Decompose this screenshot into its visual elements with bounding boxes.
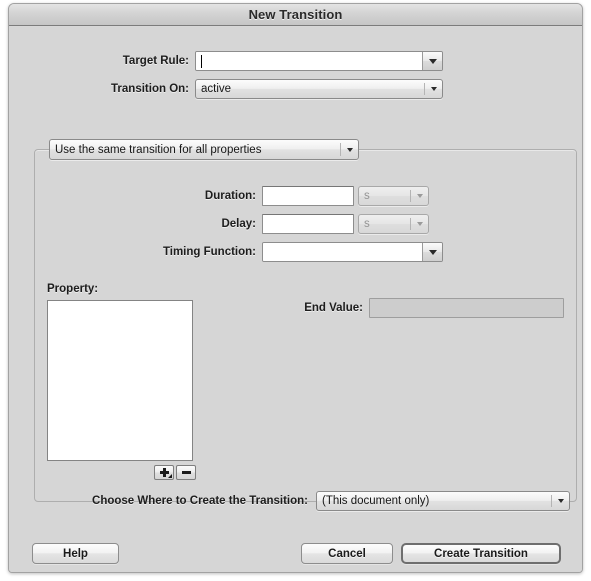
chevron-down-icon [416,222,423,226]
chevron-down-icon [430,87,437,91]
text-cursor [201,54,202,68]
target-rule-dropdown-button[interactable] [422,52,442,70]
dialog-title: New Transition [248,7,343,22]
delay-label: Delay: [221,218,256,230]
transition-on-label: Transition On: [111,83,189,95]
chevron-down-icon [416,194,423,198]
target-rule-combobox[interactable] [195,51,443,71]
transition-mode-popup[interactable]: Use the same transition for all properti… [49,139,359,160]
timing-function-label: Timing Function: [162,246,256,258]
end-value-input[interactable] [369,298,564,318]
plus-icon-vertical [162,468,166,477]
timing-function-input[interactable] [263,243,422,261]
duration-label: Duration: [204,190,256,202]
transition-mode-value: Use the same transition for all properti… [55,143,262,156]
chevron-down-icon [346,147,353,152]
chevron-down-icon [557,499,564,503]
add-property-button[interactable] [154,465,174,480]
duration-row: Duration: s [180,186,429,206]
chevron-down-icon [168,474,172,478]
remove-property-button[interactable] [176,465,196,480]
duration-unit-dropdown-button[interactable] [411,187,428,205]
destination-value: (This document only) [322,495,430,507]
delay-input[interactable] [262,214,354,234]
timing-function-combobox[interactable] [262,242,443,262]
property-list[interactable] [47,300,193,461]
transition-on-row: Transition On: active [104,79,444,99]
cancel-button[interactable]: Cancel [301,543,393,564]
delay-unit-value: s [364,218,370,230]
transition-on-dropdown-button[interactable] [425,80,442,98]
delay-unit-popup[interactable]: s [358,214,429,234]
delay-row: Delay: s [180,214,429,234]
transition-on-popup[interactable]: active [195,79,443,99]
help-button[interactable]: Help [32,543,119,564]
duration-unit-popup[interactable]: s [358,186,429,206]
timing-function-dropdown-button[interactable] [422,243,442,261]
duration-unit-value: s [364,190,370,202]
transition-on-value: active [201,83,232,95]
title-bar: New Transition [9,4,582,26]
transition-mode-dropdown-button[interactable] [341,140,358,159]
destination-label: Choose Where to Create the Transition: [92,495,308,507]
minus-icon [181,471,191,474]
delay-unit-dropdown-button[interactable] [411,215,428,233]
property-list-controls [154,465,196,480]
target-rule-label: Target Rule: [122,55,189,67]
chevron-down-icon [428,58,437,64]
dialog-window: New Transition Target Rule: Transition O… [8,3,583,573]
create-transition-button[interactable]: Create Transition [401,543,561,564]
destination-dropdown-button[interactable] [552,492,569,510]
timing-function-row: Timing Function: [116,242,443,262]
chevron-down-icon [428,249,437,255]
target-rule-row: Target Rule: [113,51,453,71]
end-value-row: End Value: [278,298,564,318]
group-mode-container: Use the same transition for all properti… [49,139,359,160]
end-value-label: End Value: [304,302,363,314]
target-rule-input[interactable] [196,52,422,70]
property-label: Property: [47,283,99,295]
destination-popup[interactable]: (This document only) [316,491,570,511]
duration-input[interactable] [262,186,354,206]
dialog-content: Target Rule: Transition On: active Use t… [9,27,582,572]
destination-row: Choose Where to Create the Transition: (… [74,491,570,511]
